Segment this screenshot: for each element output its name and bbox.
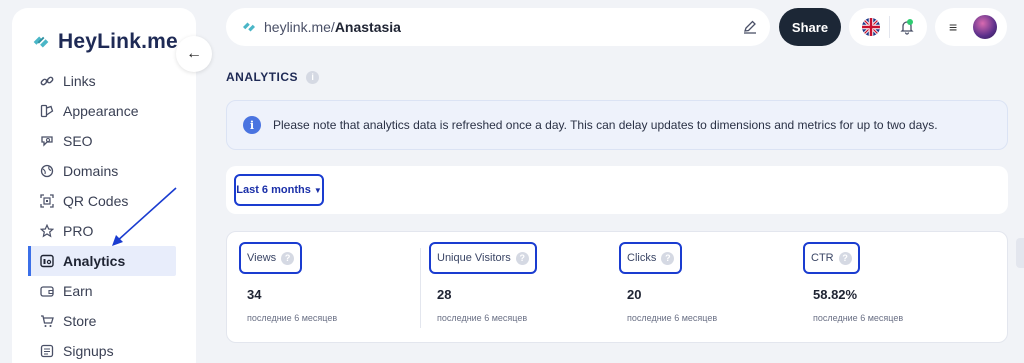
stat-label-box[interactable]: Clicks ? (619, 242, 683, 274)
user-menu[interactable]: ≡ (935, 8, 1007, 46)
stat-value: 58.82% (813, 287, 858, 302)
uk-flag-icon[interactable] (861, 18, 880, 36)
stat-value: 28 (437, 287, 452, 302)
stat-label-box[interactable]: CTR ? (803, 242, 860, 274)
analytics-icon (40, 254, 54, 268)
period-label: Last 6 months (236, 184, 311, 196)
arrow-left-icon: ← (186, 45, 202, 62)
sidebar-item-domains[interactable]: Domains (28, 156, 176, 186)
sidebar-item-label: Domains (63, 163, 119, 179)
sidebar-item-analytics[interactable]: Analytics (28, 246, 176, 276)
stat-label: Views (247, 252, 277, 264)
star-icon (40, 224, 54, 238)
notice-text: Please note that analytics data is refre… (273, 118, 938, 132)
profile-url-bar[interactable]: heylink.me/ Anastasia (226, 8, 770, 46)
heylink-small-logo-icon (243, 22, 255, 32)
period-dropdown[interactable]: Last 6 months ▼ (234, 174, 324, 206)
sidebar-item-label: SEO (63, 133, 93, 149)
stat-ctr: CTR ? 58.82% последние 6 месяцев (797, 232, 997, 344)
annotation-arrow (112, 187, 177, 246)
period-filter-panel: Last 6 months ▼ (226, 166, 1008, 214)
palette-icon (40, 104, 54, 118)
stat-label: Unique Visitors (437, 252, 511, 264)
analytics-header: ANALYTICS i (226, 70, 320, 84)
sidebar-item-signups[interactable]: Signups (28, 336, 176, 363)
stat-period: последние 6 месяцев (247, 313, 338, 323)
sidebar-item-label: Links (63, 73, 96, 89)
caret-down-icon: ▼ (313, 185, 322, 195)
stat-period: последние 6 месяцев (813, 313, 904, 323)
page-title: ANALYTICS (226, 70, 299, 84)
seo-search-icon (40, 134, 54, 148)
share-button[interactable]: Share (779, 8, 841, 46)
stats-card: Views ? 34 последние 6 месяцев Unique Vi… (226, 231, 1008, 343)
sidebar-item-label: Appearance (63, 103, 139, 119)
stat-clicks: Clicks ? 20 последние 6 месяцев (607, 232, 797, 344)
link-icon (40, 74, 54, 88)
avatar[interactable] (973, 15, 997, 39)
heylink-logo-icon (33, 36, 49, 48)
notifications-button[interactable] (899, 19, 915, 35)
notification-dot (906, 19, 913, 25)
sidebar-item-label: Signups (63, 343, 114, 359)
stat-label: Clicks (627, 252, 657, 264)
info-icon[interactable]: i (306, 70, 320, 84)
sidebar-item-links[interactable]: Links (28, 66, 176, 96)
stat-label: CTR (811, 252, 834, 264)
wallet-icon (40, 284, 54, 298)
stat-label-box[interactable]: Unique Visitors ? (429, 242, 537, 274)
sidebar-item-label: Analytics (63, 253, 126, 269)
hamburger-icon[interactable]: ≡ (949, 19, 957, 35)
url-domain: heylink.me/ (264, 19, 335, 35)
stat-period: последние 6 месяцев (437, 313, 528, 323)
stat-unique-visitors: Unique Visitors ? 28 последние 6 месяцев (417, 232, 607, 344)
sidebar-item-label: Earn (63, 283, 93, 299)
info-icon: i (243, 116, 261, 134)
stat-value: 20 (627, 287, 642, 302)
brand-logo[interactable]: HeyLink.me (30, 30, 178, 54)
question-icon[interactable]: ? (515, 251, 529, 265)
question-icon[interactable]: ? (838, 251, 852, 265)
brand-name: HeyLink.me (58, 30, 178, 53)
sidebar-item-appearance[interactable]: Appearance (28, 96, 176, 126)
language-notification-group (849, 8, 927, 46)
question-icon[interactable]: ? (281, 251, 295, 265)
stat-value: 34 (247, 287, 262, 302)
stat-period: последние 6 месяцев (627, 313, 718, 323)
qr-code-icon (40, 194, 54, 208)
sidebar-item-earn[interactable]: Earn (28, 276, 176, 306)
sidebar-item-seo[interactable]: SEO (28, 126, 176, 156)
collapse-sidebar-button[interactable]: ← (176, 36, 212, 72)
cart-icon (40, 314, 54, 328)
divider (888, 16, 890, 38)
scroll-handle[interactable] (1016, 238, 1024, 268)
sidebar-item-label: PRO (63, 223, 94, 239)
list-icon (40, 344, 54, 358)
url-username: Anastasia (334, 19, 401, 35)
stat-label-box[interactable]: Views ? (239, 242, 303, 274)
refresh-notice: i Please note that analytics data is ref… (226, 100, 1008, 150)
pencil-icon[interactable] (742, 19, 758, 35)
stat-views: Views ? 34 последние 6 месяцев (227, 232, 417, 344)
globe-icon (40, 164, 54, 178)
question-icon[interactable]: ? (661, 251, 675, 265)
sidebar-item-store[interactable]: Store (28, 306, 176, 336)
sidebar-item-label: Store (63, 313, 97, 329)
